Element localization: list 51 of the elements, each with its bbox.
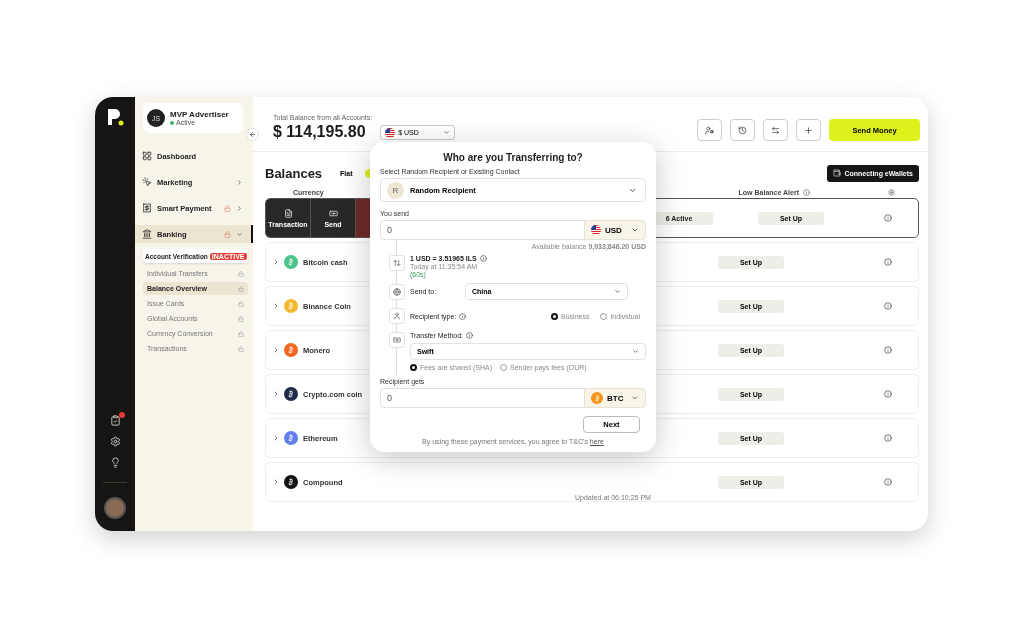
info-icon xyxy=(884,214,892,222)
info-icon xyxy=(884,302,892,310)
collapse-button[interactable] xyxy=(246,128,259,141)
info-icon xyxy=(803,188,810,196)
lightbulb-icon[interactable] xyxy=(109,457,121,468)
info-icon xyxy=(884,434,892,442)
info-icon xyxy=(884,390,892,398)
pointer-icon xyxy=(142,177,152,187)
receipt-icon xyxy=(142,203,152,213)
wallet-icon xyxy=(833,169,842,177)
info-icon xyxy=(466,332,474,339)
history-icon[interactable] xyxy=(730,119,755,141)
chevron-icon xyxy=(272,302,280,310)
recipient-initial: R xyxy=(387,181,404,199)
chevron-icon xyxy=(272,258,280,266)
chevron-icon xyxy=(272,478,280,486)
settings-icon[interactable] xyxy=(109,436,121,447)
arrow-left-icon xyxy=(249,131,256,138)
amount-input[interactable]: 0 xyxy=(380,220,584,240)
document-icon xyxy=(283,208,293,218)
settings-icon xyxy=(888,188,895,196)
info-icon xyxy=(884,258,892,266)
grid-icon xyxy=(142,151,152,161)
user-settings-icon[interactable] xyxy=(697,119,722,141)
chevron-icon xyxy=(614,288,621,295)
info-icon xyxy=(884,346,892,354)
balances-title: Balances xyxy=(265,165,323,181)
chevron-icon xyxy=(631,226,639,234)
banknote-icon xyxy=(328,208,338,218)
amount-input[interactable]: 0 xyxy=(380,388,584,408)
dialog-title: Who are you Transferring to? xyxy=(442,152,584,163)
user-name: MVP Advertiser xyxy=(170,110,229,119)
flag-icon xyxy=(591,225,601,235)
swap-icon[interactable] xyxy=(763,119,788,141)
info-icon xyxy=(479,255,487,262)
currency-select[interactable]: BTC xyxy=(584,388,646,408)
chevron-icon xyxy=(632,348,639,355)
chevron-icon xyxy=(272,346,280,354)
currency-select[interactable]: USD xyxy=(584,220,646,240)
info-icon xyxy=(884,478,892,486)
logo-icon xyxy=(106,107,124,127)
chevron-icon xyxy=(272,390,280,398)
chevron-icon xyxy=(272,434,280,442)
chevron-icon xyxy=(443,129,451,136)
avatar[interactable] xyxy=(104,497,126,519)
flag-icon xyxy=(385,127,396,138)
info-icon xyxy=(459,312,467,320)
total-amount: $ 114,195.80 xyxy=(273,123,367,141)
chevron-icon xyxy=(631,394,639,402)
coin-icon xyxy=(591,392,603,404)
bank-icon xyxy=(142,229,152,239)
